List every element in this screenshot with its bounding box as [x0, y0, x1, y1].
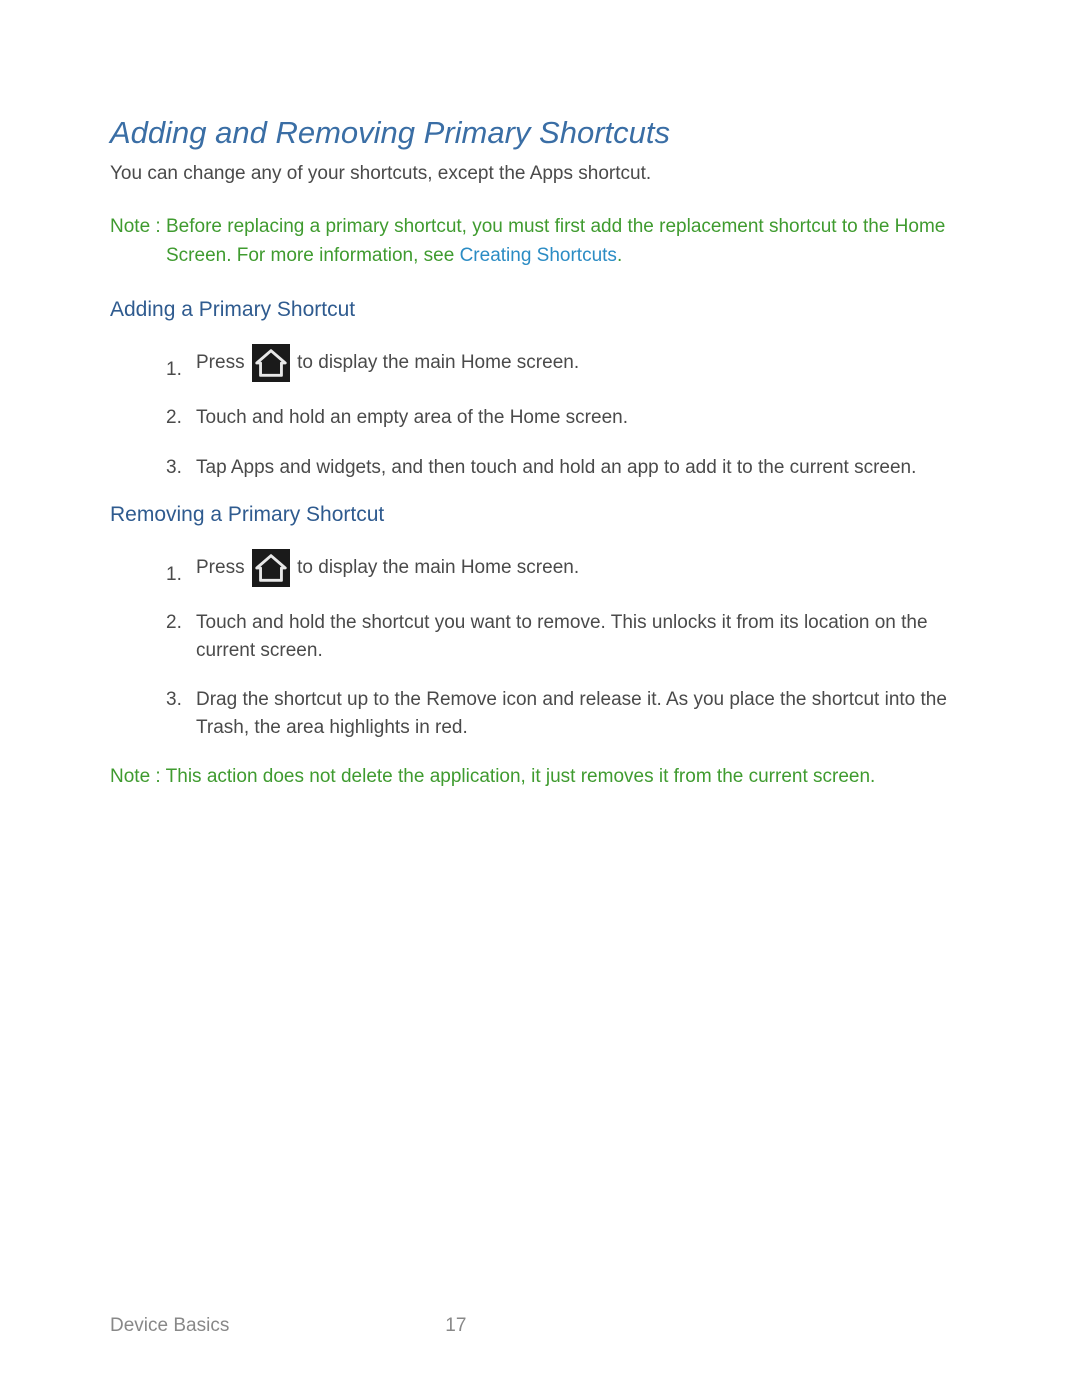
step-text-before: Press: [196, 352, 250, 373]
step-item: Tap Apps and widgets, and then touch and…: [166, 454, 970, 482]
page-title: Adding and Removing Primary Shortcuts: [110, 115, 970, 151]
home-icon: [252, 344, 290, 382]
footer-section: Device Basics: [110, 1315, 440, 1337]
step-text-after: to display the main Home screen.: [292, 557, 579, 578]
home-icon: [252, 549, 290, 587]
note-label: Note :: [110, 216, 166, 237]
subheading-removing: Removing a Primary Shortcut: [110, 503, 970, 527]
note-bottom: Note : This action does not delete the a…: [110, 763, 970, 792]
step-item: Press to display the main Home screen.: [166, 549, 970, 587]
step-text-before: Press: [196, 557, 250, 578]
step-item: Touch and hold the shortcut you want to …: [166, 609, 970, 664]
note-top: Note : Before replacing a primary shortc…: [110, 213, 970, 270]
note-text-end: .: [617, 245, 622, 266]
subheading-adding: Adding a Primary Shortcut: [110, 298, 970, 322]
step-text-after: to display the main Home screen.: [292, 352, 579, 373]
step-item: Drag the shortcut up to the Remove icon …: [166, 686, 970, 741]
steps-adding: Press to display the main Home screen. T…: [110, 344, 970, 481]
page-footer: Device Basics 17: [110, 1315, 970, 1337]
intro-text: You can change any of your shortcuts, ex…: [110, 163, 970, 185]
creating-shortcuts-link[interactable]: Creating Shortcuts: [460, 245, 617, 266]
note-label: Note :: [110, 766, 166, 787]
steps-removing: Press to display the main Home screen. T…: [110, 549, 970, 741]
footer-page-number: 17: [445, 1315, 466, 1337]
step-item: Press to display the main Home screen.: [166, 344, 970, 382]
step-item: Touch and hold an empty area of the Home…: [166, 404, 970, 432]
note-text: This action does not delete the applicat…: [166, 766, 876, 787]
